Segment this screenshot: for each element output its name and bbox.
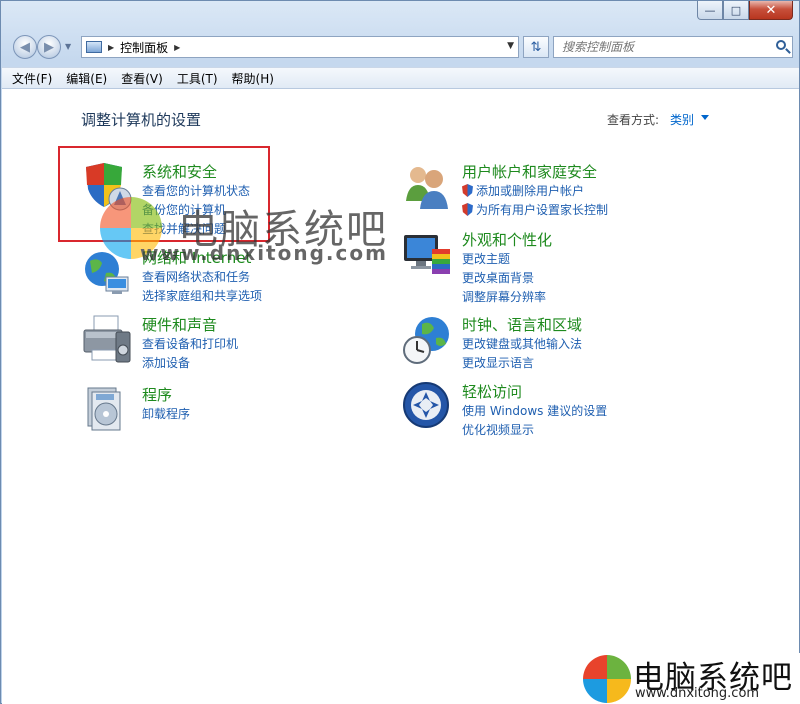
category-link[interactable]: 优化视频显示 bbox=[462, 421, 534, 438]
control-panel-window: — □ ✕ ◀ ▶ ▼ ▶ 控制面板 ▶ ▼ ⇅ 文件(F) 编辑(E) 查看(… bbox=[0, 0, 800, 704]
menu-view[interactable]: 查看(V) bbox=[121, 70, 163, 87]
network-globe-icon[interactable] bbox=[82, 247, 134, 299]
page-title: 调整计算机的设置 bbox=[81, 111, 202, 129]
forward-button[interactable]: ▶ bbox=[37, 35, 61, 59]
category-link[interactable]: 卸载程序 bbox=[142, 405, 190, 422]
back-button[interactable]: ◀ bbox=[13, 35, 37, 59]
category-title[interactable]: 时钟、语言和区域 bbox=[462, 314, 582, 335]
menu-tools[interactable]: 工具(T) bbox=[177, 70, 218, 87]
corner-watermark: 电脑系统吧 www.dnxitong.com bbox=[581, 653, 800, 704]
windows-logo-icon bbox=[583, 655, 631, 703]
category-link[interactable]: 查看设备和打印机 bbox=[142, 335, 238, 352]
ease-of-access-icon[interactable] bbox=[402, 381, 454, 433]
category-title[interactable]: 用户帐户和家庭安全 bbox=[462, 161, 597, 182]
users-icon[interactable] bbox=[402, 161, 454, 213]
caption-buttons: — □ ✕ bbox=[697, 1, 793, 20]
programs-icon[interactable] bbox=[82, 384, 134, 436]
search-input[interactable] bbox=[554, 37, 764, 57]
search-box bbox=[553, 36, 793, 58]
category-title[interactable]: 外观和个性化 bbox=[462, 229, 552, 250]
maximize-icon[interactable]: □ bbox=[723, 1, 749, 20]
category-title[interactable]: 程序 bbox=[142, 384, 172, 405]
category-link[interactable]: 更改显示语言 bbox=[462, 354, 534, 371]
category-link[interactable]: 为所有用户设置家长控制 bbox=[462, 201, 608, 218]
close-icon[interactable]: ✕ bbox=[749, 1, 793, 20]
category-link[interactable]: 添加或删除用户帐户 bbox=[462, 182, 584, 199]
address-dropdown-icon[interactable]: ▼ bbox=[507, 41, 514, 51]
menu-file[interactable]: 文件(F) bbox=[12, 70, 52, 87]
clock-globe-icon[interactable] bbox=[402, 314, 454, 366]
menu-bar: 文件(F) 编辑(E) 查看(V) 工具(T) 帮助(H) bbox=[2, 67, 799, 89]
uac-shield-icon bbox=[462, 203, 473, 216]
breadcrumb-separator-icon[interactable]: ▶ bbox=[108, 43, 114, 52]
printer-icon[interactable] bbox=[82, 314, 134, 366]
breadcrumb-control-panel[interactable]: 控制面板 bbox=[120, 39, 168, 56]
control-panel-icon bbox=[86, 41, 102, 53]
chevron-down-icon[interactable] bbox=[701, 115, 709, 120]
category-title[interactable]: 轻松访问 bbox=[462, 381, 522, 402]
corner-watermark-url: www.dnxitong.com bbox=[635, 686, 760, 701]
category-link[interactable]: 查看网络状态和任务 bbox=[142, 268, 250, 285]
monitor-palette-icon[interactable] bbox=[402, 229, 454, 281]
uac-shield-icon bbox=[462, 184, 473, 197]
category-link[interactable]: 调整屏幕分辨率 bbox=[462, 288, 546, 305]
link-text[interactable]: 添加或删除用户帐户 bbox=[476, 184, 584, 198]
arrow-left-icon: ◀ bbox=[20, 39, 30, 55]
recent-pages-dropdown[interactable]: ▼ bbox=[65, 42, 71, 51]
link-text[interactable]: 为所有用户设置家长控制 bbox=[476, 203, 608, 217]
category-link[interactable]: 更改主题 bbox=[462, 250, 510, 267]
content-pane: 调整计算机的设置 查看方式: 类别 系统和安全 查看您的计算机状态 备份您的计算… bbox=[2, 89, 799, 704]
category-link[interactable]: 更改键盘或其他输入法 bbox=[462, 335, 582, 352]
arrow-right-icon: ▶ bbox=[44, 39, 54, 55]
category-link[interactable]: 添加设备 bbox=[142, 354, 190, 371]
address-bar[interactable]: ▶ 控制面板 ▶ ▼ bbox=[81, 36, 519, 58]
category-link[interactable]: 更改桌面背景 bbox=[462, 269, 534, 286]
category-title[interactable]: 硬件和声音 bbox=[142, 314, 217, 335]
refresh-icon: ⇅ bbox=[530, 39, 542, 55]
category-link[interactable]: 选择家庭组和共享选项 bbox=[142, 287, 262, 304]
breadcrumb-separator-icon[interactable]: ▶ bbox=[174, 43, 180, 52]
view-by-dropdown[interactable]: 类别 bbox=[670, 111, 694, 128]
menu-help[interactable]: 帮助(H) bbox=[232, 70, 274, 87]
navigation-bar: ◀ ▶ ▼ ▶ 控制面板 ▶ ▼ ⇅ bbox=[9, 33, 793, 61]
category-link[interactable]: 使用 Windows 建议的设置 bbox=[462, 402, 607, 419]
view-by-label: 查看方式: bbox=[607, 113, 660, 127]
menu-edit[interactable]: 编辑(E) bbox=[66, 70, 107, 87]
minimize-icon[interactable]: — bbox=[697, 1, 723, 20]
refresh-button[interactable]: ⇅ bbox=[523, 36, 549, 58]
category-title[interactable]: 网络和 Internet bbox=[142, 247, 251, 268]
search-icon[interactable] bbox=[776, 40, 786, 50]
highlight-box bbox=[58, 146, 270, 242]
